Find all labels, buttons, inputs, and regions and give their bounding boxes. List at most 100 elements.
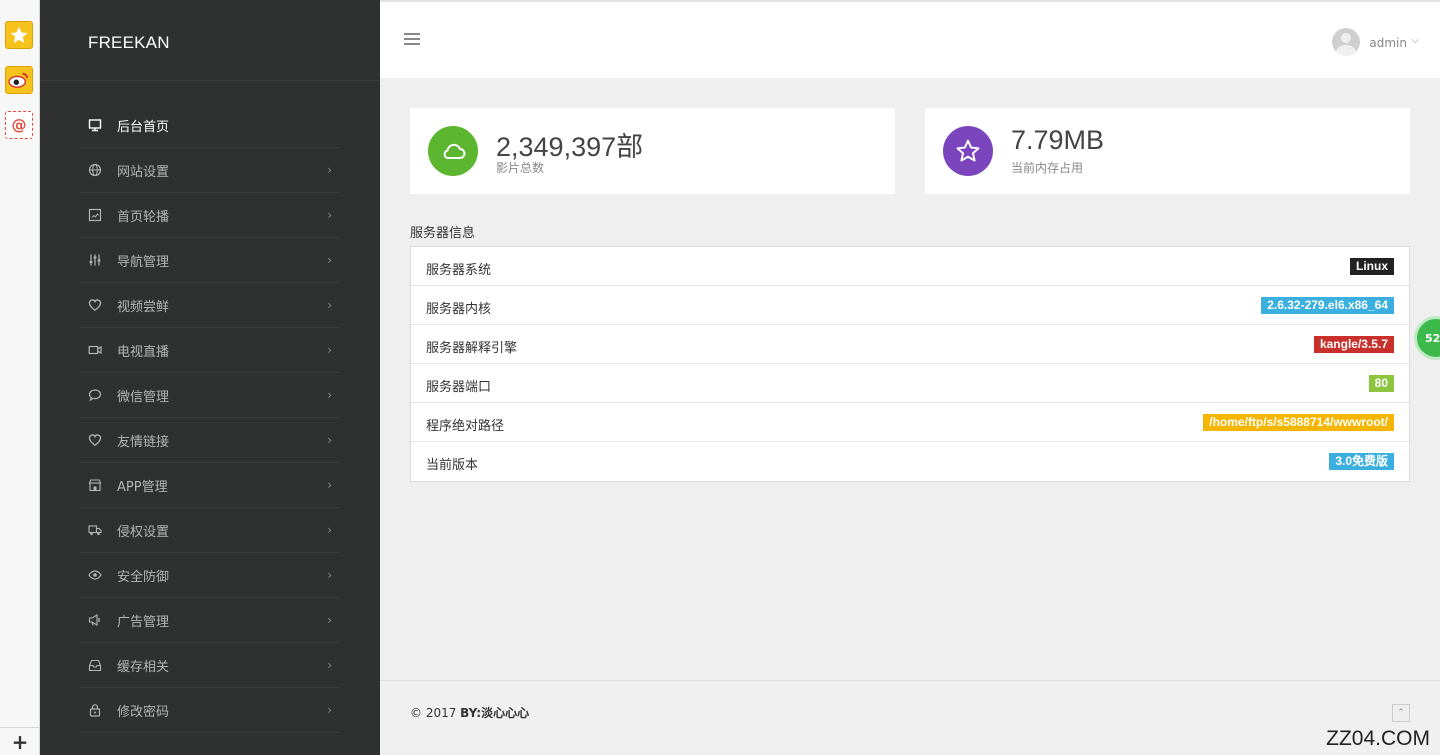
eye-icon [88, 568, 102, 582]
menu-toggle-icon[interactable] [404, 33, 420, 47]
server-info-row: 服务器解释引擎 kangle/3.5.7 [411, 325, 1409, 364]
chevron-right-icon: › [327, 568, 332, 582]
sidebar-item[interactable]: 广告管理 › [80, 598, 340, 643]
user-name[interactable]: admin [1369, 36, 1407, 50]
weibo-icon-graphic [8, 72, 28, 88]
video-icon [88, 343, 102, 357]
sidebar-item[interactable]: 视频尝鲜 › [80, 283, 340, 328]
floating-ball-widget[interactable]: 52 [1414, 316, 1440, 360]
sidebar-item-label: 微信管理 [117, 389, 170, 405]
user-avatar[interactable] [1332, 28, 1360, 56]
server-info-badge: /home/ftp/s/s5888714/wwwroot/ [1203, 414, 1394, 431]
star-outline-icon-graphic [956, 139, 980, 162]
chevron-right-icon: › [327, 343, 332, 357]
sidebar-item[interactable]: 缓存相关 › [80, 643, 340, 688]
sidebar-item[interactable]: 修改密码 › [80, 688, 340, 733]
author-credit: BY:淡心心心 [460, 706, 530, 720]
sidebar-item-label: 后台首页 [117, 119, 170, 135]
server-info-label: 当前版本 [426, 458, 479, 473]
sidebar-item[interactable]: 首页轮播 › [80, 193, 340, 238]
chevron-right-icon: › [327, 253, 332, 267]
chevron-right-icon: › [327, 433, 332, 447]
sidebar-item-label: 首页轮播 [117, 209, 170, 225]
sidebar-item[interactable]: 友情链接 › [80, 418, 340, 463]
sidebar-item-label: 安全防御 [117, 569, 170, 585]
chat-icon [88, 388, 102, 402]
chevron-right-icon: › [327, 658, 332, 672]
monitor-icon [88, 118, 102, 132]
stat-card-memory: 7.79MB 当前内存占用 [925, 108, 1410, 194]
sidebar-item-label: 修改密码 [117, 704, 170, 720]
truck-icon [88, 523, 102, 537]
inbox-icon [88, 658, 102, 672]
server-info-badge: 3.0免费版 [1329, 453, 1394, 470]
chevron-right-icon: › [327, 478, 332, 492]
stat-value-memory: 7.79MB [1011, 125, 1105, 155]
star-outline-icon [943, 126, 993, 176]
chevron-right-icon: › [327, 208, 332, 222]
chevron-right-icon: › [327, 163, 332, 177]
heart-icon [88, 433, 102, 447]
cloud-icon-graphic [443, 143, 466, 159]
lock-icon [88, 703, 102, 717]
sidebar: FREEKAN 后台首页 网站设置 › 首页轮播 › 导航管理 › 视频尝鲜 › 电视直播 › 微信管… [40, 0, 380, 755]
server-info-badge: Linux [1350, 258, 1394, 275]
server-info-row: 服务器端口 80 [411, 364, 1409, 403]
sidebar-item[interactable]: 电视直播 › [80, 328, 340, 373]
server-info-row: 服务器内核 2.6.32-279.el6.x86_64 [411, 286, 1409, 325]
server-info-label: 程序绝对路径 [426, 419, 505, 434]
weibo-icon[interactable] [5, 66, 33, 94]
sidebar-item[interactable]: 微信管理 › [80, 373, 340, 418]
sidebar-item[interactable]: 网站设置 › [80, 148, 340, 193]
copyright-text: © 2017 [410, 706, 461, 720]
mail-icon[interactable]: @ [5, 111, 33, 139]
stat-label-memory: 当前内存占用 [1011, 161, 1084, 175]
topbar: admin ⌵ [380, 2, 1440, 78]
server-info-badge: kangle/3.5.7 [1313, 336, 1394, 353]
cloud-icon [428, 126, 478, 176]
server-info-row: 服务器系统 Linux [411, 247, 1409, 286]
store-icon [88, 478, 102, 492]
server-info-label: 服务器解释引擎 [426, 341, 518, 356]
add-extension-button[interactable]: + [0, 727, 40, 755]
server-info-label: 服务器内核 [426, 302, 492, 317]
brand-logo[interactable]: FREEKAN [88, 33, 170, 53]
star-icon-graphic [10, 26, 28, 43]
sidebar-item-label: 友情链接 [117, 434, 170, 450]
sidebar-item[interactable]: 导航管理 › [80, 238, 340, 283]
star-icon[interactable] [5, 21, 33, 49]
sidebar-item[interactable]: 后台首页 [80, 103, 340, 148]
image-icon [88, 208, 102, 222]
server-info-row: 当前版本 3.0免费版 [411, 442, 1409, 481]
sidebar-item-label: APP管理 [117, 479, 168, 495]
sidebar-item[interactable]: APP管理 › [80, 463, 340, 508]
chevron-right-icon: › [327, 523, 332, 537]
server-info-badge: 2.6.32-279.el6.x86_64 [1261, 297, 1394, 314]
server-info-row: 程序绝对路径/home/ftp/s/s5888714/wwwroot/ [411, 403, 1409, 442]
chevron-right-icon: › [327, 703, 332, 717]
main-content: admin ⌵ 2,349,397部 影片总数 7.79MB 当前内存占用 服务… [380, 0, 1440, 755]
sidebar-item[interactable]: 侵权设置 › [80, 508, 340, 553]
globe-icon [88, 163, 102, 177]
footer: © 2017 BY:淡心心心 ⌃ ZZ04.COM [380, 680, 1440, 755]
chevron-right-icon: › [327, 388, 332, 402]
sliders-icon [88, 253, 102, 267]
server-info-label: 服务器系统 [426, 263, 492, 278]
sidebar-item-label: 导航管理 [117, 254, 170, 270]
brand-divider [40, 80, 380, 81]
sidebar-nav: 后台首页 网站设置 › 首页轮播 › 导航管理 › 视频尝鲜 › 电视直播 › 微信管理 › 友情链接 › A… [80, 103, 340, 733]
back-to-top-button[interactable]: ⌃ [1392, 704, 1410, 722]
server-info-title: 服务器信息 [410, 226, 476, 241]
watermark: ZZ04.COM [1326, 727, 1430, 750]
extension-sidebar: @ + [0, 0, 40, 755]
sidebar-item-label: 电视直播 [117, 344, 170, 360]
stat-card-movies: 2,349,397部 影片总数 [410, 108, 895, 194]
server-info-table: 服务器系统 Linux 服务器内核 2.6.32-279.el6.x86_64 服务器解… [410, 246, 1410, 482]
megaphone-icon [88, 613, 102, 627]
sidebar-item-label: 视频尝鲜 [117, 299, 170, 315]
sidebar-item[interactable]: 安全防御 › [80, 553, 340, 598]
sidebar-item-label: 网站设置 [117, 164, 170, 180]
heart-icon [88, 298, 102, 312]
chevron-down-icon[interactable]: ⌵ [1411, 35, 1419, 46]
server-info-label: 服务器端口 [426, 380, 492, 395]
